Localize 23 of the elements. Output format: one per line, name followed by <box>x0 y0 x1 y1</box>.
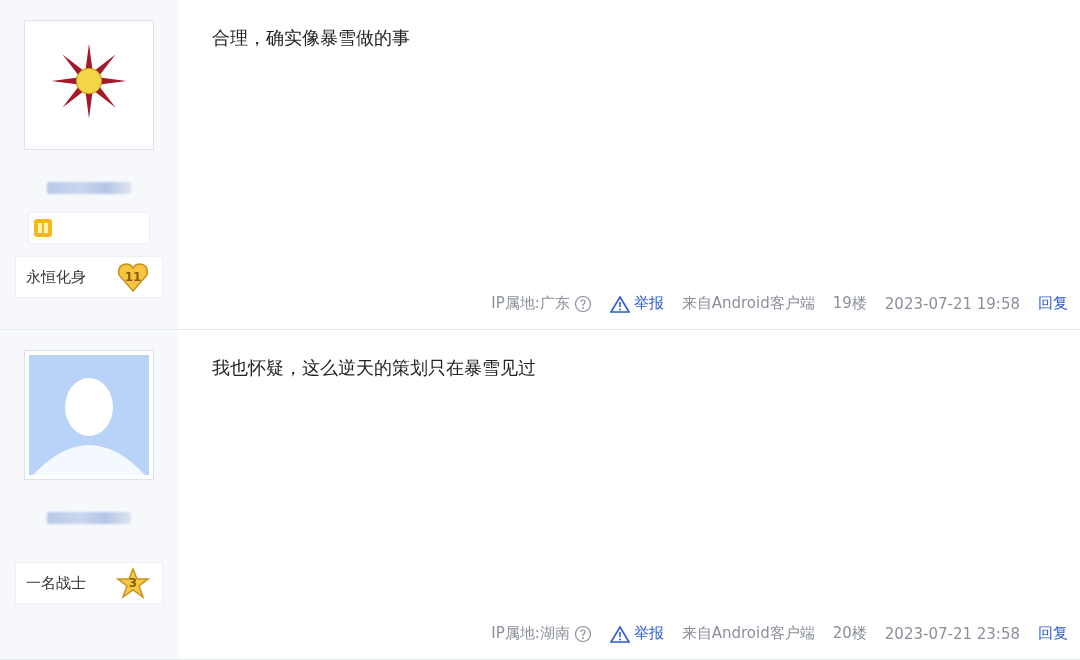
floor-number: 19楼 <box>832 294 867 313</box>
level-number: 3 <box>128 576 138 590</box>
post-time: 2023-07-21 19:58 <box>884 294 1020 313</box>
ip-location: IP属地:广东 <box>491 294 570 313</box>
level-icon <box>33 218 53 238</box>
ip-location: IP属地:湖南 <box>491 624 570 643</box>
warning-icon <box>609 294 630 313</box>
member-title: 一名战士 <box>26 573 86 593</box>
post-time: 2023-07-21 23:58 <box>884 624 1020 643</box>
report-link[interactable]: 举报 <box>609 624 664 643</box>
post-content: 我也怀疑，这么逆天的策划只在暴雪见过 <box>212 356 537 380</box>
reply-link[interactable]: 回复 <box>1038 624 1068 643</box>
member-title: 永恒化身 <box>26 267 86 287</box>
client-source: 来自Android客户端 <box>681 294 815 313</box>
help-icon <box>573 624 592 643</box>
client-source: 来自Android客户端 <box>681 624 815 643</box>
help-icon <box>573 294 592 313</box>
reply-link[interactable]: 回复 <box>1038 294 1068 313</box>
post-content: 合理，确实像暴雪做的事 <box>212 26 411 50</box>
floor-number: 20楼 <box>832 624 867 643</box>
level-number: 11 <box>124 270 142 284</box>
report-link[interactable]: 举报 <box>609 294 664 313</box>
warning-icon <box>609 624 630 643</box>
